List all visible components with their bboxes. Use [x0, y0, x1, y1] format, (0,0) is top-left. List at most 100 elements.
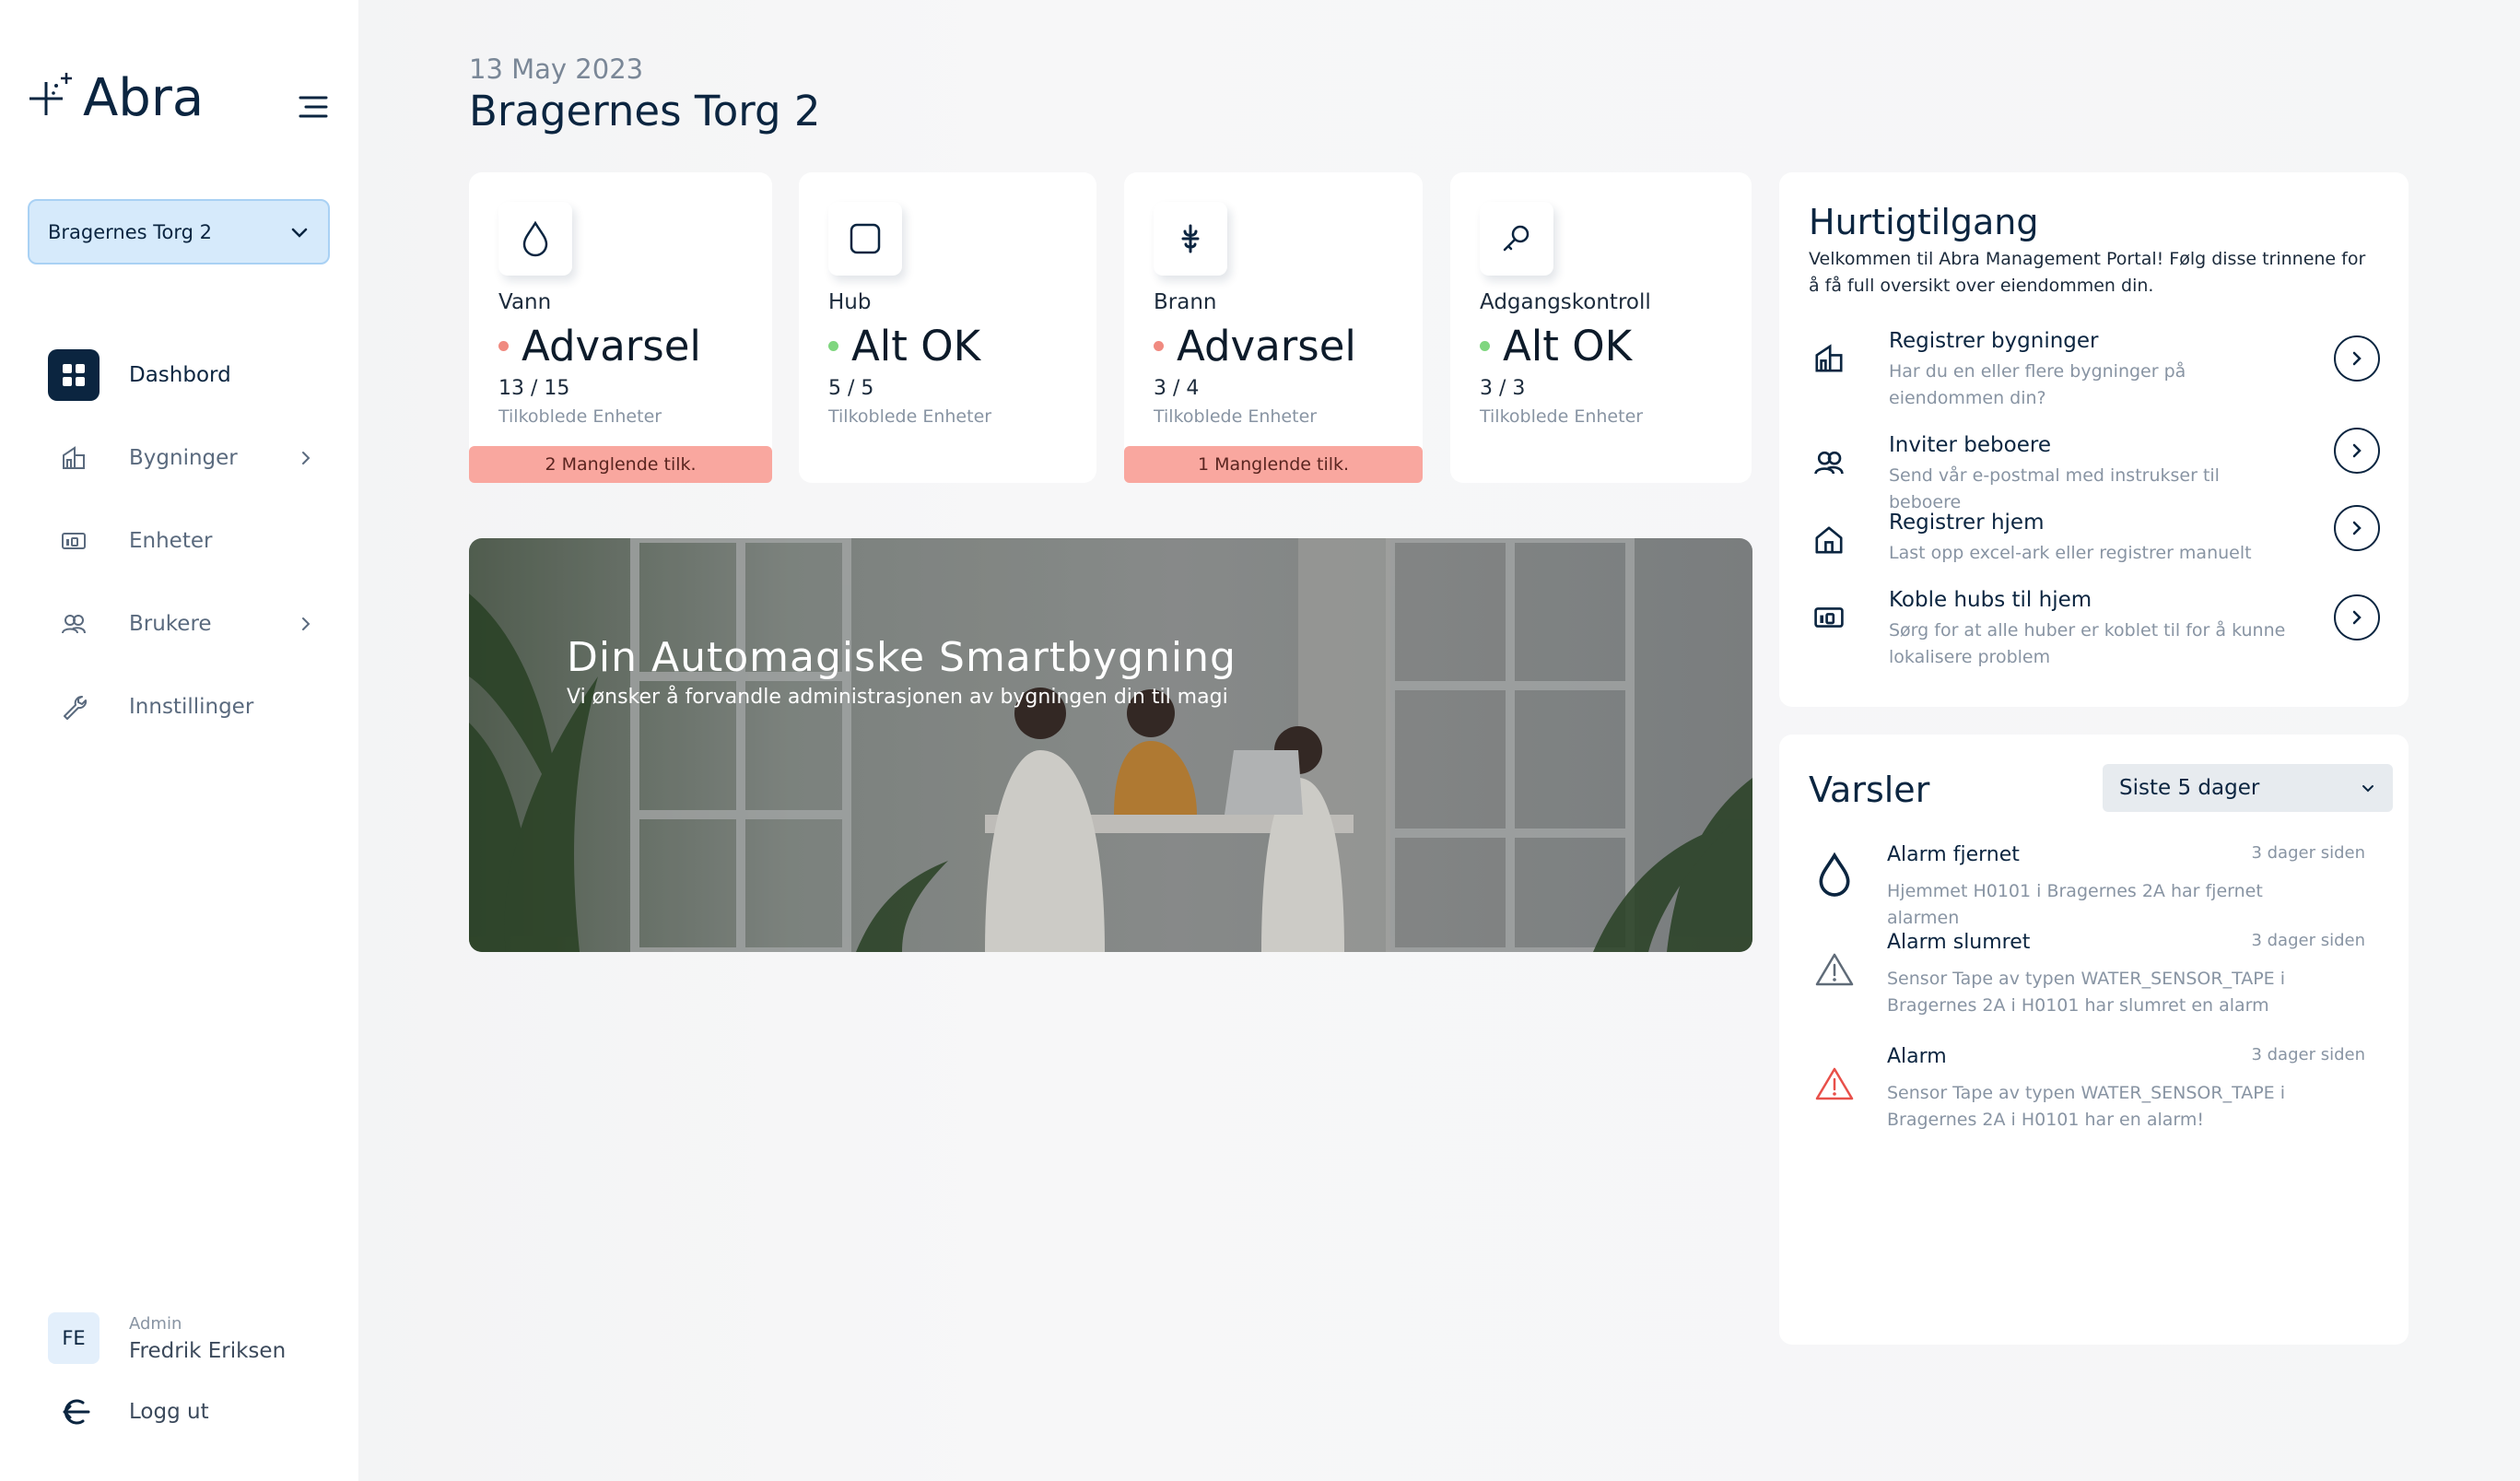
- quick-access-title: Hurtigtilgang: [1809, 202, 2039, 242]
- alert-desc: Hjemmet H0101 i Bragernes 2A har fjernet…: [1887, 881, 2263, 928]
- card-status-text: Advarsel: [1177, 322, 1356, 370]
- card-sub: Tilkoblede Enheter: [498, 406, 662, 427]
- nav-item-innstillinger[interactable]: Innstillinger: [48, 665, 315, 748]
- card-status: Alt OK: [828, 322, 980, 370]
- quick-access-item-desc: Har du en eller flere bygninger på eiend…: [1889, 361, 2186, 408]
- quick-access-panel: Hurtigtilgang Velkommen til Abra Managem…: [1779, 172, 2409, 707]
- building-select[interactable]: Bragernes Torg 2: [28, 199, 330, 264]
- chevron-right-icon: [2352, 443, 2362, 458]
- abra-logo-icon: [29, 72, 72, 115]
- card-sub: Tilkoblede Enheter: [1154, 406, 1318, 427]
- card-status: Advarsel: [1154, 322, 1356, 370]
- water-drop-icon: [498, 202, 572, 276]
- quick-access-item-desc: Sørg for at alle huber er koblet til for…: [1889, 620, 2286, 667]
- chevron-right-button[interactable]: [2334, 428, 2380, 474]
- chevron-right-icon: [302, 452, 311, 464]
- devices-icon: [1809, 597, 1849, 638]
- status-dot: [498, 341, 509, 351]
- chevron-right-icon: [302, 617, 311, 630]
- building-select-value: Bragernes Torg 2: [48, 220, 213, 243]
- card-count: 5 / 5: [828, 377, 874, 400]
- quick-access-description: Velkommen til Abra Management Portal! Fø…: [1809, 249, 2366, 296]
- user-profile[interactable]: FE Admin Fredrik Eriksen: [48, 1312, 286, 1364]
- nav-item-dashbord[interactable]: Dashbord: [48, 334, 315, 417]
- nav-label: Enheter: [129, 529, 213, 553]
- quick-access-item-title: Registrer bygninger: [1889, 329, 2099, 353]
- status-card-brann[interactable]: Brann Advarsel 3 / 4 Tilkoblede Enheter …: [1124, 172, 1423, 483]
- alerts-period-select[interactable]: Siste 5 dager: [2103, 764, 2393, 812]
- card-status-text: Alt OK: [851, 322, 981, 370]
- alert-time: 3 dager siden: [2251, 931, 2365, 950]
- quick-access-item[interactable]: Inviter beboere Send vår e-postmal med i…: [1809, 428, 2380, 512]
- alert-item[interactable]: Alarm 3 dager siden Sensor Tape av typen…: [1809, 1045, 2380, 1137]
- user-meta: Admin Fredrik Eriksen: [129, 1314, 286, 1363]
- building-icon: [1809, 338, 1849, 379]
- fire-sprinkler-icon: [1154, 202, 1227, 276]
- user-name: Fredrik Eriksen: [129, 1338, 287, 1363]
- status-dot: [828, 341, 838, 351]
- alert-time: 3 dager siden: [2251, 843, 2365, 863]
- nav-label: Brukere: [129, 612, 212, 636]
- avatar: FE: [48, 1312, 100, 1364]
- status-card-hub[interactable]: Hub Alt OK 5 / 5 Tilkoblede Enheter: [799, 172, 1096, 483]
- users-icon: [48, 598, 100, 650]
- status-card-vann[interactable]: Vann Advarsel 13 / 15 Tilkoblede Enheter…: [469, 172, 772, 483]
- quick-access-item[interactable]: Registrer hjem Last opp excel-ark eller …: [1809, 505, 2380, 575]
- card-count: 3 / 4: [1154, 377, 1200, 400]
- status-card-adgangskontroll[interactable]: Adgangskontroll Alt OK 3 / 3 Tilkoblede …: [1450, 172, 1752, 483]
- status-dot: [1154, 341, 1164, 351]
- logout-button[interactable]: Logg ut: [48, 1393, 209, 1430]
- card-status-text: Advarsel: [522, 322, 701, 370]
- card-status: Advarsel: [498, 322, 701, 370]
- nav-item-bygninger[interactable]: Bygninger: [48, 417, 315, 500]
- missing-connections-badge[interactable]: 2 Manglende tilk.: [469, 446, 772, 483]
- chevron-down-icon: [291, 228, 308, 238]
- alert-time: 3 dager siden: [2251, 1045, 2365, 1064]
- main-nav: Dashbord Bygninger Enheter Brukere Innst…: [48, 334, 315, 748]
- alert-desc: Sensor Tape av typen WATER_SENSOR_TAPE i…: [1887, 969, 2285, 1016]
- quick-access-item-title: Registrer hjem: [1889, 511, 2045, 535]
- menu-toggle-icon[interactable]: [295, 88, 332, 125]
- chevron-right-icon: [2352, 521, 2362, 535]
- nav-label: Innstillinger: [129, 695, 254, 719]
- card-status: Alt OK: [1480, 322, 1632, 370]
- hero-photo: [469, 538, 1752, 952]
- key-icon: [1480, 202, 1553, 276]
- devices-icon: [48, 515, 100, 567]
- nav-item-enheter[interactable]: Enheter: [48, 500, 315, 582]
- page-date: 13 May 2023: [469, 53, 644, 85]
- alert-item[interactable]: Alarm slumret 3 dager siden Sensor Tape …: [1809, 931, 2380, 1023]
- building-icon: [48, 432, 100, 484]
- quick-access-item[interactable]: Registrer bygninger Har du en eller fler…: [1809, 329, 2380, 412]
- chevron-down-icon: [2362, 785, 2373, 793]
- card-status-text: Alt OK: [1503, 322, 1633, 370]
- brand-name: Abra: [83, 68, 205, 128]
- missing-connections-badge[interactable]: 1 Manglende tilk.: [1124, 446, 1423, 483]
- alerts-title: Varsler: [1809, 770, 1930, 810]
- chevron-right-button[interactable]: [2334, 505, 2380, 551]
- status-dot: [1480, 341, 1490, 351]
- alert-title: Alarm: [1887, 1045, 1947, 1068]
- quick-access-item[interactable]: Koble hubs til hjem Sørg for at alle hub…: [1809, 588, 2380, 671]
- card-sub: Tilkoblede Enheter: [1480, 406, 1644, 427]
- alerts-period-value: Siste 5 dager: [2119, 776, 2260, 800]
- hero-title: Din Automagiske Smartbygning: [567, 634, 1237, 681]
- card-name: Vann: [498, 290, 552, 314]
- alert-desc: Sensor Tape av typen WATER_SENSOR_TAPE i…: [1887, 1083, 2285, 1130]
- chevron-right-icon: [2352, 610, 2362, 625]
- alert-item[interactable]: Alarm fjernet 3 dager siden Hjemmet H010…: [1809, 843, 2380, 928]
- user-role: Admin: [129, 1313, 182, 1334]
- home-icon: [1809, 520, 1849, 560]
- alert-title: Alarm slumret: [1887, 931, 2031, 954]
- card-name: Brann: [1154, 290, 1217, 314]
- nav-label: Dashbord: [129, 363, 231, 387]
- quick-access-item-desc: Last opp excel-ark eller registrer manue…: [1889, 543, 2252, 563]
- nav-item-brukere[interactable]: Brukere: [48, 582, 315, 665]
- chevron-right-button[interactable]: [2334, 594, 2380, 641]
- alert-title: Alarm fjernet: [1887, 843, 2020, 866]
- page-title: Bragernes Torg 2: [469, 87, 821, 135]
- chevron-right-button[interactable]: [2334, 335, 2380, 382]
- quick-access-item-title: Koble hubs til hjem: [1889, 588, 2092, 612]
- card-name: Hub: [828, 290, 872, 314]
- logo[interactable]: Abra: [26, 68, 204, 128]
